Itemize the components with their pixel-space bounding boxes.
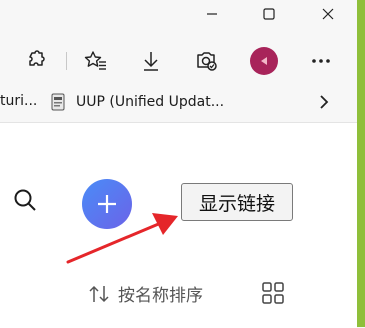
sort-by-name-button[interactable]: 按名称排序 <box>88 281 203 306</box>
extensions-icon <box>29 50 45 66</box>
favorite-item-label: UUP (Unified Updat... <box>76 94 225 110</box>
sort-arrows-icon <box>89 285 109 302</box>
profile-avatar <box>250 47 278 75</box>
search-icon <box>14 189 36 211</box>
desktop-edge <box>357 0 365 327</box>
sort-label: 按名称排序 <box>118 286 203 306</box>
downloads-icon <box>144 52 158 71</box>
file-icon <box>51 93 65 111</box>
minimize-icon <box>207 13 217 15</box>
favorites-icon <box>84 51 106 70</box>
grid-view-icon <box>262 282 284 304</box>
favorite-item-partial[interactable]: turi... <box>0 93 37 109</box>
downloads-button[interactable] <box>134 44 168 78</box>
extensions-button[interactable] <box>18 44 52 78</box>
close-icon <box>322 8 334 20</box>
more-icon <box>312 59 330 63</box>
more-button[interactable] <box>304 44 338 78</box>
browser-essentials-button[interactable] <box>189 44 223 78</box>
browser-essentials-icon <box>197 52 217 71</box>
favorite-item-uup[interactable]: UUP (Unified Updat... <box>50 91 224 113</box>
favorites-button[interactable] <box>79 44 113 78</box>
maximize-icon <box>263 8 275 20</box>
title-bar <box>0 0 357 38</box>
close-button[interactable] <box>305 0 351 28</box>
profile-button[interactable] <box>247 44 281 78</box>
annotation-arrow <box>66 213 178 264</box>
favorites-overflow-button[interactable] <box>313 91 335 113</box>
new-tab-content: 显示链接 按名称排序 <box>0 122 357 328</box>
browser-toolbar <box>0 38 357 84</box>
search-button[interactable] <box>10 185 42 217</box>
show-links-button[interactable]: 显示链接 <box>181 183 293 221</box>
minimize-button[interactable] <box>189 0 235 28</box>
toolbar-separator <box>66 52 67 70</box>
maximize-button[interactable] <box>246 0 292 28</box>
chevron-right-icon <box>320 95 329 109</box>
grid-view-button[interactable] <box>261 281 285 305</box>
favorites-bar: turi... UUP (Unified Updat... <box>0 84 357 120</box>
